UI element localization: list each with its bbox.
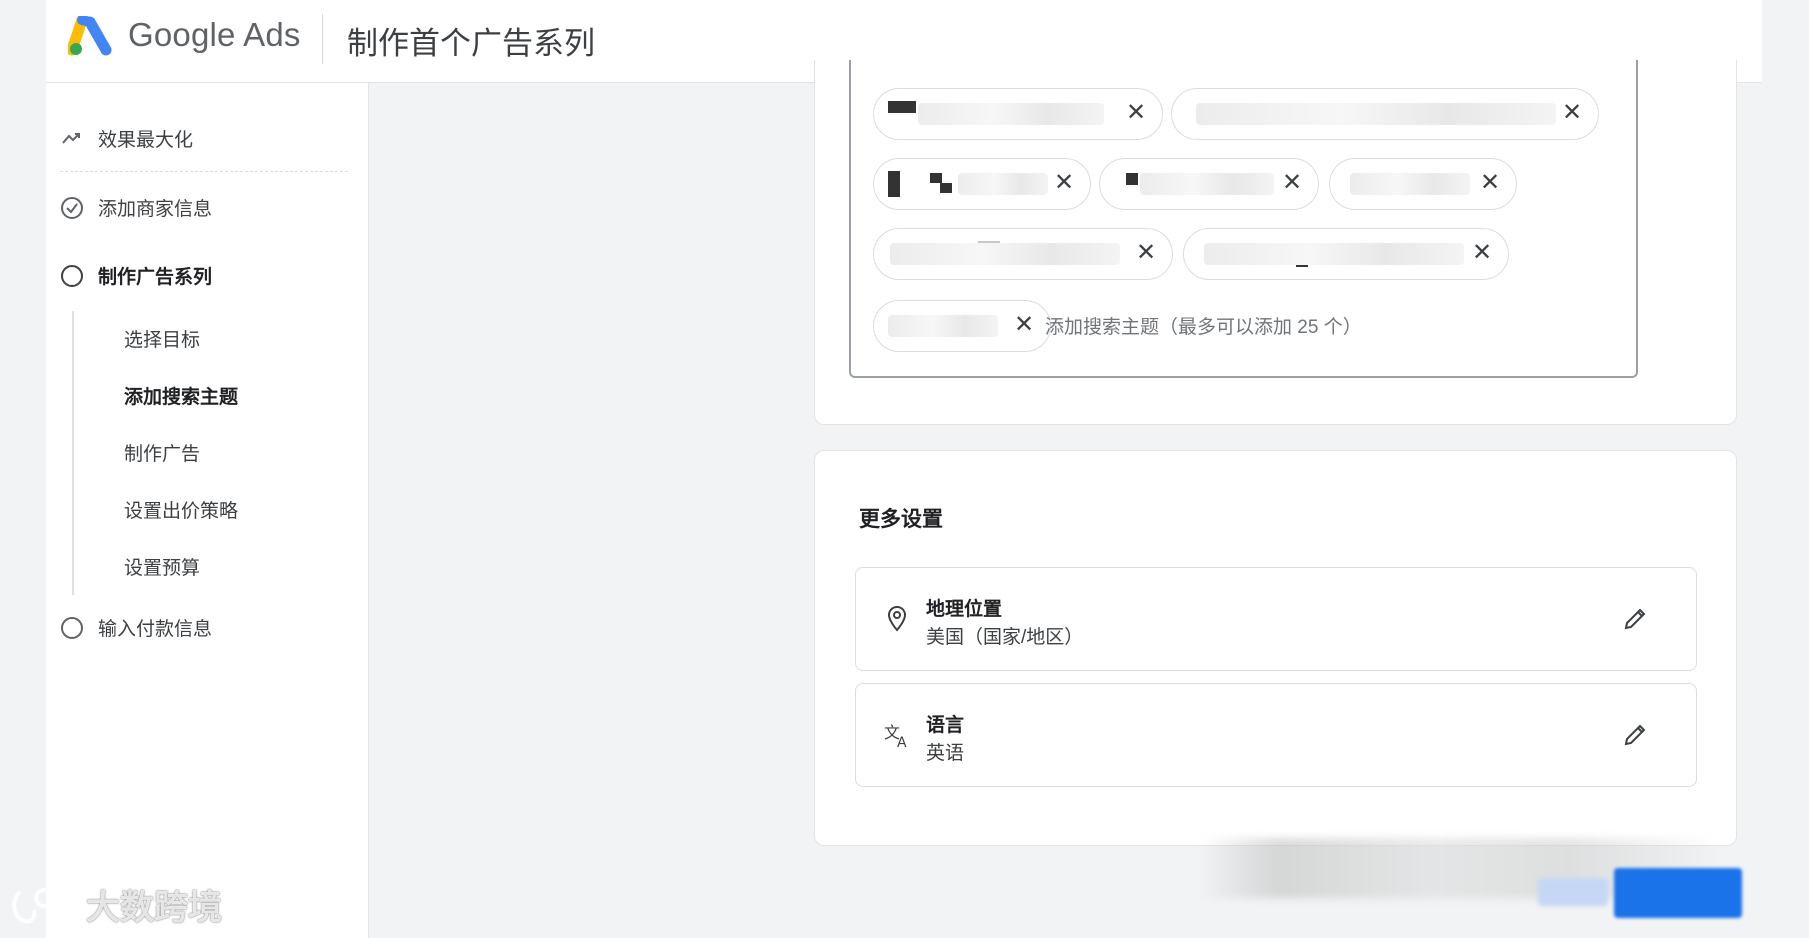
page-title: 制作首个广告系列 — [347, 26, 595, 61]
search-topic-chip[interactable]: ✕ — [1183, 228, 1509, 280]
search-topic-chip[interactable]: ✕ — [873, 88, 1163, 140]
header-divider — [322, 14, 323, 64]
check-circle-icon — [60, 196, 84, 220]
substep-set-budget[interactable]: 设置预算 — [124, 553, 200, 580]
substep-select-goal[interactable]: 选择目标 — [124, 325, 200, 352]
sidebar-item-payment-info[interactable]: 输入付款信息 — [60, 614, 212, 641]
secondary-action-button[interactable] — [1538, 878, 1608, 906]
close-icon[interactable]: ✕ — [1558, 99, 1586, 127]
substep-create-ads[interactable]: 制作广告 — [124, 439, 200, 466]
sidebar-item-label: 制作广告系列 — [98, 267, 213, 288]
search-topic-chip[interactable]: ✕ — [1171, 88, 1599, 140]
sidebar-divider — [60, 171, 348, 172]
more-settings-title: 更多设置 — [859, 508, 943, 531]
close-icon[interactable]: ✕ — [1122, 99, 1150, 127]
more-settings-card: 更多设置 地理位置 美国（国家/地区） 文 A 语言 英语 — [814, 450, 1737, 846]
language-value: 英语 — [926, 743, 965, 764]
circle-icon — [60, 264, 84, 288]
close-icon[interactable]: ✕ — [1468, 239, 1496, 267]
watermark: 大数跨境 — [10, 880, 222, 929]
search-topic-chip[interactable]: ✕ — [1329, 158, 1517, 210]
add-search-topic-input[interactable]: 添加搜索主题（最多可以添加 25 个） — [1045, 312, 1362, 339]
substep-add-search-topics[interactable]: 添加搜索主题 — [124, 382, 238, 409]
location-pin-icon — [887, 605, 907, 632]
sidebar-item-business-info[interactable]: 添加商家信息 — [60, 194, 212, 221]
substep-line — [72, 311, 74, 595]
sidebar: 效果最大化 添加商家信息 制作广告系列 选择目标 添加搜索主题 制作广告 设置出… — [46, 83, 369, 938]
close-icon[interactable]: ✕ — [1278, 169, 1306, 197]
right-gutter — [1762, 0, 1809, 938]
translate-icon: 文 A — [884, 723, 907, 750]
watermark-logo-icon — [12, 887, 74, 923]
search-topic-chip[interactable]: ✕ — [873, 158, 1091, 210]
language-setting-row[interactable]: 文 A 语言 英语 — [855, 683, 1697, 787]
google-ads-logo-icon[interactable] — [68, 16, 114, 58]
sidebar-item-create-campaign[interactable]: 制作广告系列 — [60, 262, 212, 289]
close-icon[interactable]: ✕ — [1132, 239, 1160, 267]
close-icon[interactable]: ✕ — [1010, 311, 1038, 339]
search-topic-chip[interactable]: ✕ — [873, 300, 1051, 352]
watermark-text: 大数跨境 — [86, 889, 222, 927]
location-label: 地理位置 — [926, 599, 1003, 620]
substep-bidding-strategy[interactable]: 设置出价策略 — [124, 496, 238, 523]
search-topics-card: ✕ ✕ ✕ ✕ ✕ ✕ ✕ ✕ 添加搜索主题（最多可以添加 25 个） — [814, 60, 1737, 425]
left-gutter — [0, 0, 46, 938]
location-value: 美国（国家/地区） — [926, 627, 1084, 648]
close-icon[interactable]: ✕ — [1476, 169, 1504, 197]
sidebar-item-label: 效果最大化 — [98, 130, 194, 151]
search-topic-chip[interactable]: ✕ — [873, 228, 1173, 280]
location-setting-row[interactable]: 地理位置 美国（国家/地区） — [855, 567, 1697, 671]
next-button[interactable] — [1614, 868, 1742, 918]
sidebar-item-label: 添加商家信息 — [98, 199, 213, 220]
close-icon[interactable]: ✕ — [1050, 169, 1078, 197]
sidebar-item-label: 输入付款信息 — [98, 619, 213, 640]
search-topics-input-box[interactable]: ✕ ✕ ✕ ✕ ✕ ✕ ✕ ✕ 添加搜索主题（最多可以添加 25 个） — [849, 60, 1638, 378]
pencil-icon[interactable] — [1620, 604, 1650, 634]
language-label: 语言 — [926, 715, 965, 736]
brand-name: Google Ads — [128, 16, 301, 53]
sidebar-item-performance-max[interactable]: 效果最大化 — [60, 125, 193, 152]
trend-icon — [60, 127, 84, 151]
pencil-icon[interactable] — [1620, 720, 1650, 750]
search-topic-chip[interactable]: ✕ — [1099, 158, 1319, 210]
circle-icon — [60, 616, 84, 640]
svg-text:A: A — [897, 735, 907, 750]
